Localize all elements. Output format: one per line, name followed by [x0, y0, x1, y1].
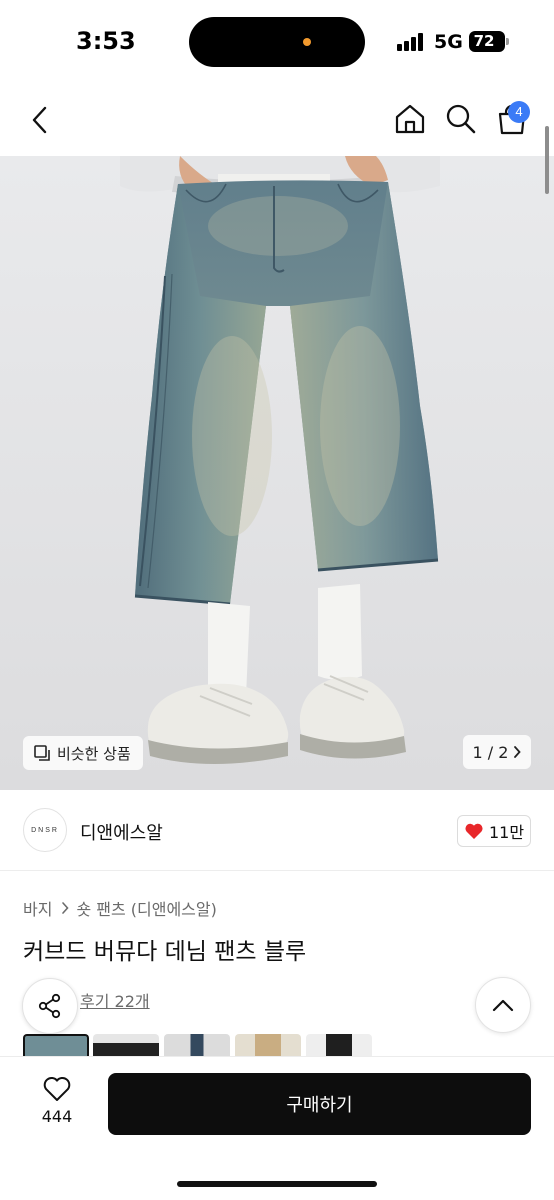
chevron-up-icon: [492, 999, 514, 1012]
share-icon: [38, 993, 61, 1019]
section-divider: [0, 870, 554, 871]
battery-icon: 72: [469, 31, 505, 52]
recording-dot: [303, 38, 311, 46]
review-thumbnail[interactable]: [23, 1034, 89, 1056]
breadcrumb-subcategory[interactable]: 숏 팬츠 (디앤에스알): [76, 896, 216, 920]
status-bar: 3:53 5G 72: [0, 0, 554, 84]
signal-icon: [397, 33, 427, 51]
share-button[interactable]: [22, 978, 78, 1034]
cart-count-badge: 4: [508, 101, 530, 123]
buy-button[interactable]: 구매하기: [108, 1073, 531, 1135]
review-thumbnail[interactable]: [93, 1034, 159, 1056]
status-time: 3:53: [76, 27, 136, 55]
scroll-to-top-button[interactable]: [475, 977, 531, 1033]
back-chevron-icon[interactable]: [26, 104, 54, 136]
home-icon[interactable]: [394, 103, 426, 135]
heart-outline-icon: [43, 1077, 71, 1101]
home-indicator: [177, 1181, 377, 1187]
brand-logo[interactable]: DNSR: [23, 808, 67, 852]
review-thumbnail[interactable]: [164, 1034, 230, 1056]
wishlist-count: 444: [41, 1107, 73, 1126]
battery-cap: [506, 38, 509, 45]
heart-filled-icon: [465, 823, 483, 839]
brand-name[interactable]: 디앤에스알: [80, 819, 163, 845]
chevron-right-icon: [514, 746, 522, 758]
brand-logo-text: DNSR: [31, 826, 59, 834]
brand-like-button[interactable]: 11만: [457, 815, 531, 847]
search-icon[interactable]: [445, 103, 477, 135]
similar-products-label: 비슷한 상품: [57, 744, 131, 763]
product-title: 커브드 버뮤다 데님 팬츠 블루: [23, 939, 307, 965]
denim-shorts-photo: [0, 156, 554, 790]
image-pager[interactable]: 1 / 2: [463, 735, 531, 769]
battery-level: 72: [473, 32, 495, 50]
review-thumbnail[interactable]: [235, 1034, 301, 1056]
buy-button-label: 구매하기: [286, 1095, 353, 1116]
review-link[interactable]: 후기 22개: [80, 988, 150, 1012]
product-image[interactable]: [0, 156, 554, 790]
network-label: 5G: [434, 31, 463, 53]
dynamic-island: [189, 17, 365, 67]
breadcrumb: 바지 숏 팬츠 (디앤에스알): [23, 896, 217, 920]
wishlist-button[interactable]: 444: [30, 1075, 84, 1135]
review-thumbnail[interactable]: [306, 1034, 372, 1056]
breadcrumb-category[interactable]: 바지: [23, 896, 52, 920]
image-pager-label: 1 / 2: [472, 742, 509, 762]
similar-products-button[interactable]: 비슷한 상품: [23, 736, 143, 770]
breadcrumb-chevron-icon: [62, 902, 70, 914]
scroll-indicator: [545, 126, 549, 194]
copy-stack-icon: [34, 745, 50, 761]
brand-like-count: 11만: [488, 823, 525, 842]
review-thumbnails: [23, 1034, 383, 1056]
